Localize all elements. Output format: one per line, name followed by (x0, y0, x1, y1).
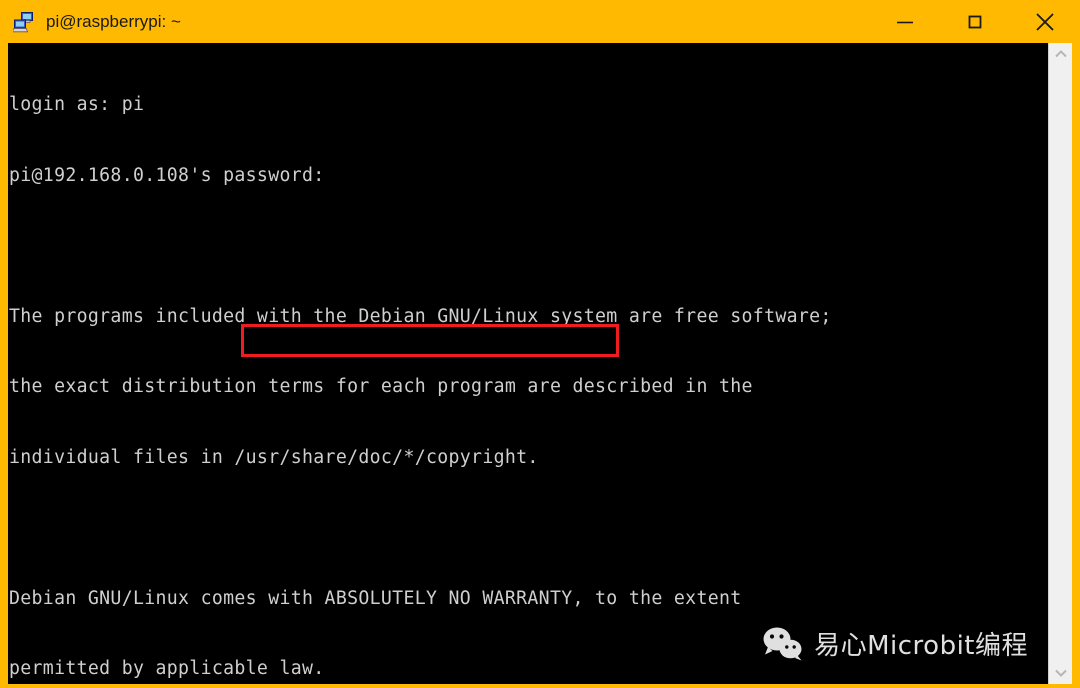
putty-icon (11, 11, 35, 33)
scrollbar-down-button[interactable] (1049, 662, 1072, 684)
chevron-down-icon (1054, 669, 1067, 677)
wechat-icon (761, 626, 803, 662)
close-icon (1036, 12, 1054, 31)
scrollbar-up-button[interactable] (1049, 43, 1072, 65)
window-title: pi@raspberrypi: ~ (46, 11, 181, 31)
terminal-line: Debian GNU/Linux comes with ABSOLUTELY N… (9, 587, 742, 609)
vertical-scrollbar[interactable] (1048, 43, 1072, 684)
watermark-text: 易心Microbit编程 (814, 631, 1028, 661)
title-bar[interactable]: pi@raspberrypi: ~ (0, 0, 1080, 43)
terminal-line: the exact distribution terms for each pr… (9, 376, 753, 397)
terminal-output-area[interactable]: login as: pi pi@192.168.0.108's password… (8, 43, 1056, 684)
terminal-line: permitted by applicable law. (9, 658, 325, 679)
putty-window: pi@raspberrypi: ~ login as: pi pi@192.16… (0, 0, 1080, 688)
terminal-line: pi@192.168.0.108's password: (9, 164, 325, 186)
minimize-icon (897, 21, 913, 23)
terminal-line: The programs included with the Debian GN… (9, 305, 832, 327)
minimize-button[interactable] (870, 0, 940, 43)
maximize-button[interactable] (940, 0, 1010, 43)
scrollbar-thumb[interactable] (1049, 65, 1072, 662)
close-button[interactable] (1010, 0, 1080, 43)
maximize-icon (968, 15, 982, 28)
terminal-line: login as: pi (9, 94, 145, 115)
terminal-text: login as: pi pi@192.168.0.108's password… (9, 46, 832, 684)
chevron-up-icon (1054, 50, 1067, 58)
watermark: 易心Microbit编程 (761, 625, 1028, 662)
terminal-line: individual files in /usr/share/doc/*/cop… (9, 446, 539, 468)
